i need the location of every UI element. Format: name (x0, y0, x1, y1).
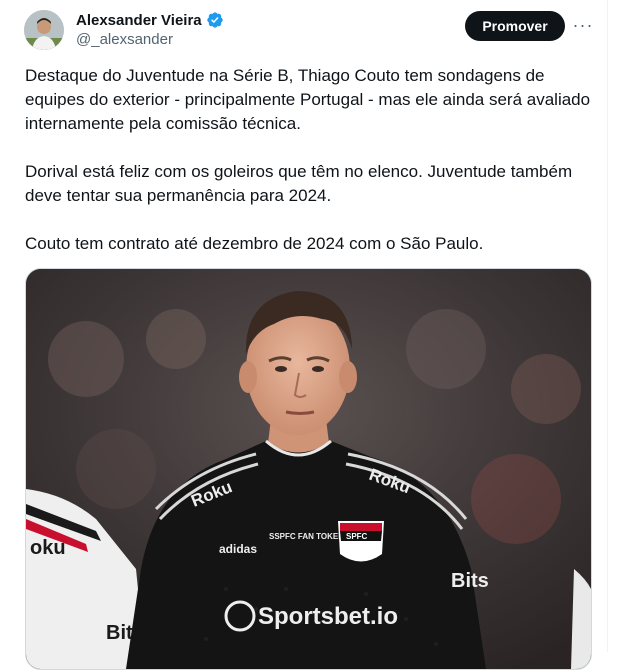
tweet-paragraph: Dorival está feliz com os goleiros que t… (25, 162, 573, 205)
promote-button[interactable]: Promover (465, 11, 565, 41)
divider (607, 0, 608, 652)
spfc-crest-icon: SPFC (338, 521, 384, 562)
bits-sleeve-text: Bits (451, 570, 489, 592)
verified-badge-icon[interactable] (206, 11, 224, 29)
tweet-header: Alexsander Vieira @_alexsander (76, 10, 224, 48)
left-player-chest-text: oku (30, 537, 66, 559)
sportsbet-text: Sportsbet.io (258, 603, 398, 630)
tweet-paragraph: Couto tem contrato até dezembro de 2024 … (25, 234, 484, 253)
player-photo: oku Bit Roku Roku SSPFC FAN TOKEN adidas… (26, 269, 591, 669)
tweet-photo[interactable]: oku Bit Roku Roku SSPFC FAN TOKEN adidas… (25, 268, 592, 670)
left-player-sleeve-text: Bit (106, 622, 133, 644)
name-row: Alexsander Vieira (76, 10, 224, 30)
more-options-icon[interactable]: ··· (572, 14, 594, 36)
author-name[interactable]: Alexsander Vieira (76, 12, 202, 29)
fan-token-text: SSPFC FAN TOKEN (269, 532, 344, 541)
crest-text: SPFC (346, 532, 368, 541)
avatar[interactable] (24, 10, 64, 50)
adidas-text: adidas (219, 542, 257, 556)
tweet-paragraph: Destaque do Juventude na Série B, Thiago… (25, 66, 591, 133)
tweet-card: Alexsander Vieira @_alexsander Promover … (0, 0, 620, 670)
tweet-text: Destaque do Juventude na Série B, Thiago… (25, 64, 595, 256)
author-handle[interactable]: @_alexsander (76, 31, 224, 48)
